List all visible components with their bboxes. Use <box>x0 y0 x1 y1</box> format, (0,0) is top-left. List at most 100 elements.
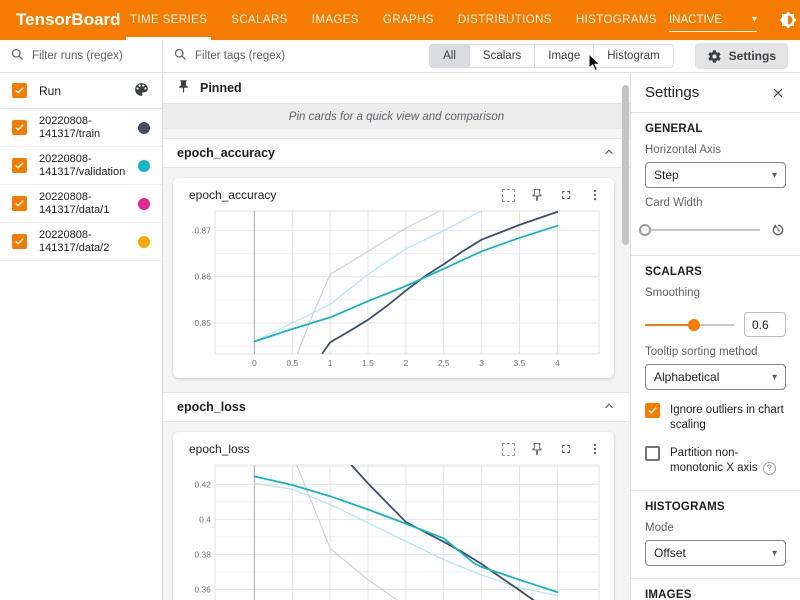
reload-status-value: INACTIVE <box>669 14 722 26</box>
vertical-scrollbar[interactable] <box>622 85 629 245</box>
header-right: INACTIVE ▾ ? <box>669 0 800 40</box>
svg-text:0.5: 0.5 <box>286 358 298 368</box>
settings-panel-title: Settings <box>645 84 699 101</box>
search-icon <box>173 47 188 65</box>
reset-card-width-icon[interactable] <box>770 222 786 238</box>
filter-runs-input[interactable] <box>32 50 152 62</box>
close-icon[interactable] <box>770 85 786 101</box>
run-checkbox[interactable] <box>12 120 27 135</box>
tab-scalars[interactable]: SCALARS <box>219 0 300 40</box>
fullscreen-icon[interactable] <box>559 188 573 202</box>
tab-graphs[interactable]: GRAPHS <box>371 0 446 40</box>
card-width-label: Card Width <box>645 197 786 209</box>
smoothing-label: Smoothing <box>645 287 786 299</box>
tag-type-filter-group: AllScalarsImageHistogram <box>429 44 674 68</box>
run-checkbox[interactable] <box>12 234 27 249</box>
smoothing-value-input[interactable] <box>744 312 786 337</box>
run-row: 20220808-141317/validation <box>0 147 162 185</box>
app-logo: TensorBoard <box>0 0 118 40</box>
chevron-down-icon: ▾ <box>772 548 777 559</box>
epoch-loss-chart[interactable]: 0.360.380.40.4200.511.522.533.54 <box>181 461 605 600</box>
pinned-empty-hint: Pin cards for a quick view and compariso… <box>163 103 630 129</box>
tab-time-series[interactable]: TIME SERIES <box>118 0 219 40</box>
section-title: epoch_accuracy <box>177 146 275 160</box>
run-checkbox[interactable] <box>12 158 27 173</box>
tag-filter-scalars[interactable]: Scalars <box>469 45 534 67</box>
ignore-outliers-in-chart-scaling-checkbox[interactable] <box>645 403 660 418</box>
card-width-slider[interactable] <box>645 229 760 231</box>
main-nav: TIME SERIES SCALARS IMAGES GRAPHS DISTRI… <box>118 0 669 40</box>
svg-text:3: 3 <box>479 358 484 368</box>
more-options-icon[interactable] <box>588 188 602 202</box>
runs-column-header: Run <box>0 73 162 109</box>
tab-images[interactable]: IMAGES <box>300 0 371 40</box>
run-color-dot[interactable] <box>138 198 150 210</box>
tag-filter-all[interactable]: All <box>430 45 469 67</box>
tensorboard-app: TensorBoard TIME SERIES SCALARS IMAGES G… <box>0 0 800 600</box>
cards-scroll-area[interactable]: Pinned Pin cards for a quick view and co… <box>163 73 630 600</box>
horizontal-axis-select[interactable]: Step▾ <box>645 162 786 188</box>
chart-card-title: epoch_loss <box>189 442 250 456</box>
run-label: 20220808-141317/data/2 <box>39 229 132 255</box>
pin-card-icon[interactable] <box>530 442 544 456</box>
run-checkbox[interactable] <box>12 196 27 211</box>
mode-select[interactable]: Offset▾ <box>645 540 786 566</box>
section-header-epoch-loss[interactable]: epoch_loss <box>163 392 630 422</box>
tag-filter-image[interactable]: Image <box>534 45 593 67</box>
fit-to-data-icon[interactable] <box>502 189 515 202</box>
svg-text:0: 0 <box>252 358 257 368</box>
section-header-epoch-accuracy[interactable]: epoch_accuracy <box>163 138 630 168</box>
chevron-up-icon[interactable] <box>602 399 616 416</box>
chevron-down-icon: ▾ <box>772 170 777 181</box>
svg-text:4: 4 <box>555 358 560 368</box>
smoothing-slider[interactable] <box>645 324 734 326</box>
settings-section-heading: IMAGES <box>645 589 786 600</box>
dark-mode-icon[interactable] <box>773 5 800 35</box>
run-color-dot[interactable] <box>138 122 150 134</box>
svg-text:0.42: 0.42 <box>194 479 211 489</box>
settings-section-general: GENERALHorizontal AxisStep▾Card Width <box>631 113 800 256</box>
mode-label: Mode <box>645 522 786 534</box>
run-row: 20220808-141317/data/1 <box>0 185 162 223</box>
run-color-dot[interactable] <box>138 160 150 172</box>
tooltip-sorting-method-select[interactable]: Alphabetical▾ <box>645 364 786 390</box>
fullscreen-icon[interactable] <box>559 442 573 456</box>
more-options-icon[interactable] <box>588 442 602 456</box>
runs-list: 20220808-141317/train20220808-141317/val… <box>0 109 162 261</box>
tags-toolbar: AllScalarsImageHistogram Settings <box>163 40 800 73</box>
run-label: 20220808-141317/validation <box>39 153 132 179</box>
palette-icon[interactable] <box>133 81 150 101</box>
settings-section-histograms: HISTOGRAMSModeOffset▾ <box>631 491 800 579</box>
epoch-accuracy-chart[interactable]: 0.850.860.8700.511.522.533.54 <box>181 207 605 371</box>
svg-text:2.5: 2.5 <box>438 358 450 368</box>
filter-tags-input[interactable] <box>195 50 422 62</box>
settings-button[interactable]: Settings <box>695 43 788 69</box>
runs-column-label: Run <box>39 84 133 98</box>
tab-histograms[interactable]: HISTOGRAMS <box>564 0 669 40</box>
tooltip-sorting-method-label: Tooltip sorting method <box>645 346 786 358</box>
settings-button-label: Settings <box>729 49 776 63</box>
select-all-runs-checkbox[interactable] <box>12 83 27 98</box>
pin-card-icon[interactable] <box>530 188 544 202</box>
fit-to-data-icon[interactable] <box>502 443 515 456</box>
run-label: 20220808-141317/data/1 <box>39 191 132 217</box>
chart-card-title: epoch_accuracy <box>189 188 276 202</box>
chevron-up-icon[interactable] <box>602 145 616 162</box>
svg-text:3.5: 3.5 <box>514 358 526 368</box>
gear-icon <box>707 49 722 64</box>
svg-text:0.87: 0.87 <box>194 225 211 235</box>
section-title: epoch_loss <box>177 400 246 414</box>
pinned-section-header: Pinned <box>163 73 630 103</box>
reload-status-dropdown[interactable]: INACTIVE ▾ <box>669 8 757 32</box>
settings-section-heading: GENERAL <box>645 123 786 135</box>
runs-sidebar: Run 20220808-141317/train20220808-141317… <box>0 40 163 600</box>
partition-non-monotonic-x-axis-checkbox[interactable] <box>645 446 660 461</box>
tag-filter-histogram[interactable]: Histogram <box>593 45 672 67</box>
run-color-dot[interactable] <box>138 236 150 248</box>
help-icon[interactable]: ? <box>763 462 776 475</box>
tab-distributions[interactable]: DISTRIBUTIONS <box>446 0 564 40</box>
svg-text:2: 2 <box>403 358 408 368</box>
filter-runs-row <box>0 40 162 73</box>
svg-text:0.36: 0.36 <box>194 584 211 594</box>
pin-icon <box>176 79 191 97</box>
